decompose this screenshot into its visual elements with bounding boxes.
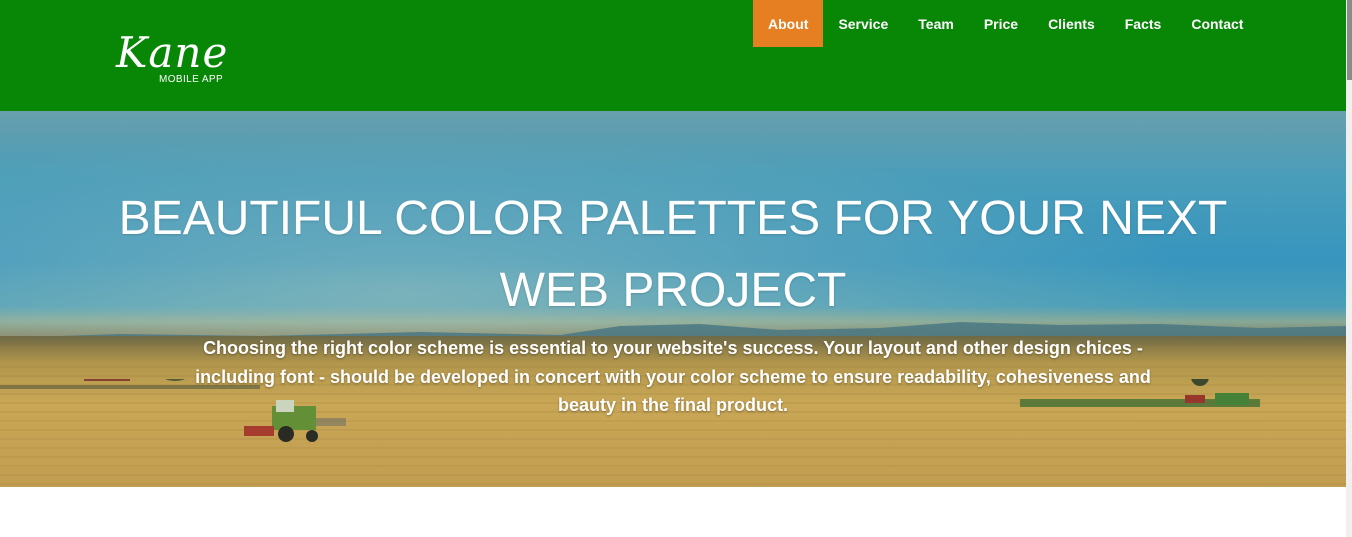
hero-description: Choosing the right color scheme is essen… xyxy=(195,338,1151,415)
nav-item-label: Facts xyxy=(1124,15,1162,32)
nav-item-label: Price xyxy=(983,15,1019,32)
nav-item-contact[interactable]: Contact xyxy=(1176,0,1258,47)
nav-item-label: Clients xyxy=(1048,15,1095,32)
page-scrollbar[interactable] xyxy=(1346,0,1352,537)
nav-item-clients[interactable]: Clients xyxy=(1033,0,1110,47)
nav-item-label: Contact xyxy=(1191,15,1244,32)
hero-title: BEAUTIFUL COLOR PALETTES FOR YOUR NEXT W… xyxy=(118,192,1228,317)
hero-section: BEAUTIFUL COLOR PALETTES FOR YOUR NEXT W… xyxy=(0,111,1346,487)
nav-item-service[interactable]: Service xyxy=(823,0,903,47)
scrollbar-thumb[interactable] xyxy=(1347,0,1352,80)
nav-item-label: Service xyxy=(838,15,889,32)
logo-script: Kane xyxy=(116,28,229,77)
nav-item-facts[interactable]: Facts xyxy=(1110,0,1177,47)
page: Kane MOBILE APP About Service Team Price… xyxy=(0,0,1352,537)
nav-item-about[interactable]: About xyxy=(753,0,824,47)
site-header: Kane MOBILE APP About Service Team Price… xyxy=(0,0,1346,111)
logo[interactable]: Kane MOBILE APP xyxy=(116,30,246,90)
nav-item-team[interactable]: Team xyxy=(903,0,969,47)
nav-item-price[interactable]: Price xyxy=(969,0,1033,47)
nav-item-label: Team xyxy=(918,15,954,32)
logo-subtitle: MOBILE APP xyxy=(159,74,224,85)
nav-item-label: About xyxy=(768,15,809,32)
main-nav: About Service Team Price Clients Facts C… xyxy=(753,0,1258,48)
